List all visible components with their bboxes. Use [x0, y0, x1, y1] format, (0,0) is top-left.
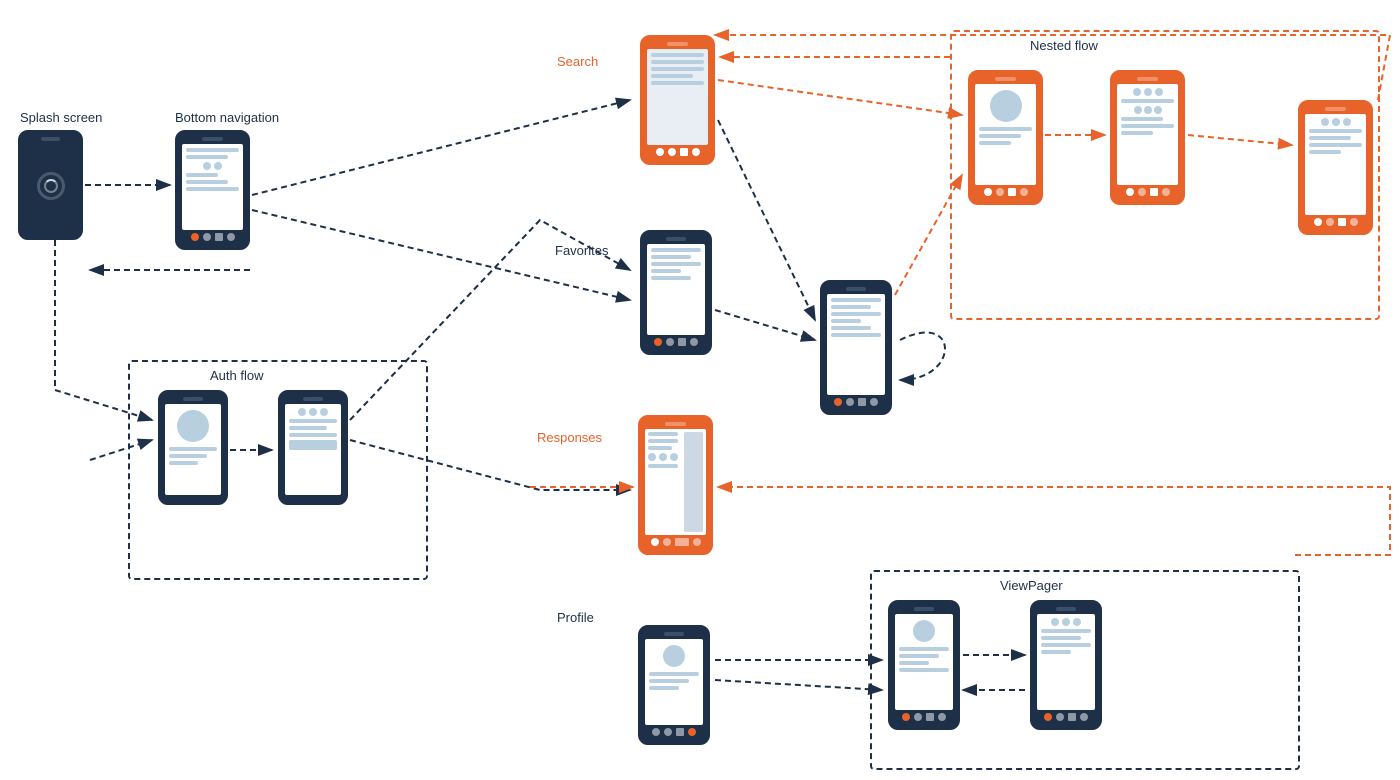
label-viewpager: ViewPager [1000, 578, 1063, 593]
phone-favorites [640, 230, 712, 355]
phone-search [640, 35, 715, 165]
phone-nested-1 [968, 70, 1043, 205]
phone-nested-2 [1110, 70, 1185, 205]
phone-viewpager-2 [1030, 600, 1102, 730]
phone-detail-center [820, 280, 892, 415]
label-auth-flow: Auth flow [210, 368, 263, 383]
label-nested-flow: Nested flow [1030, 38, 1098, 53]
phone-splash [18, 130, 83, 240]
label-search: Search [557, 54, 598, 69]
phone-nested-3 [1298, 100, 1373, 235]
phone-responses [638, 415, 713, 555]
diagram-container: Splash screen Bottom navigation Auth flo… [0, 0, 1400, 780]
phone-viewpager-1 [888, 600, 960, 730]
label-bottom-nav: Bottom navigation [175, 110, 279, 125]
label-responses: Responses [537, 430, 602, 445]
phone-profile-1 [638, 625, 710, 745]
label-profile: Profile [557, 610, 594, 625]
label-favorites: Favorites [555, 243, 608, 258]
phone-auth-2 [278, 390, 348, 505]
label-splash: Splash screen [20, 110, 102, 125]
phone-bottom-nav [175, 130, 250, 250]
phone-auth-1 [158, 390, 228, 505]
